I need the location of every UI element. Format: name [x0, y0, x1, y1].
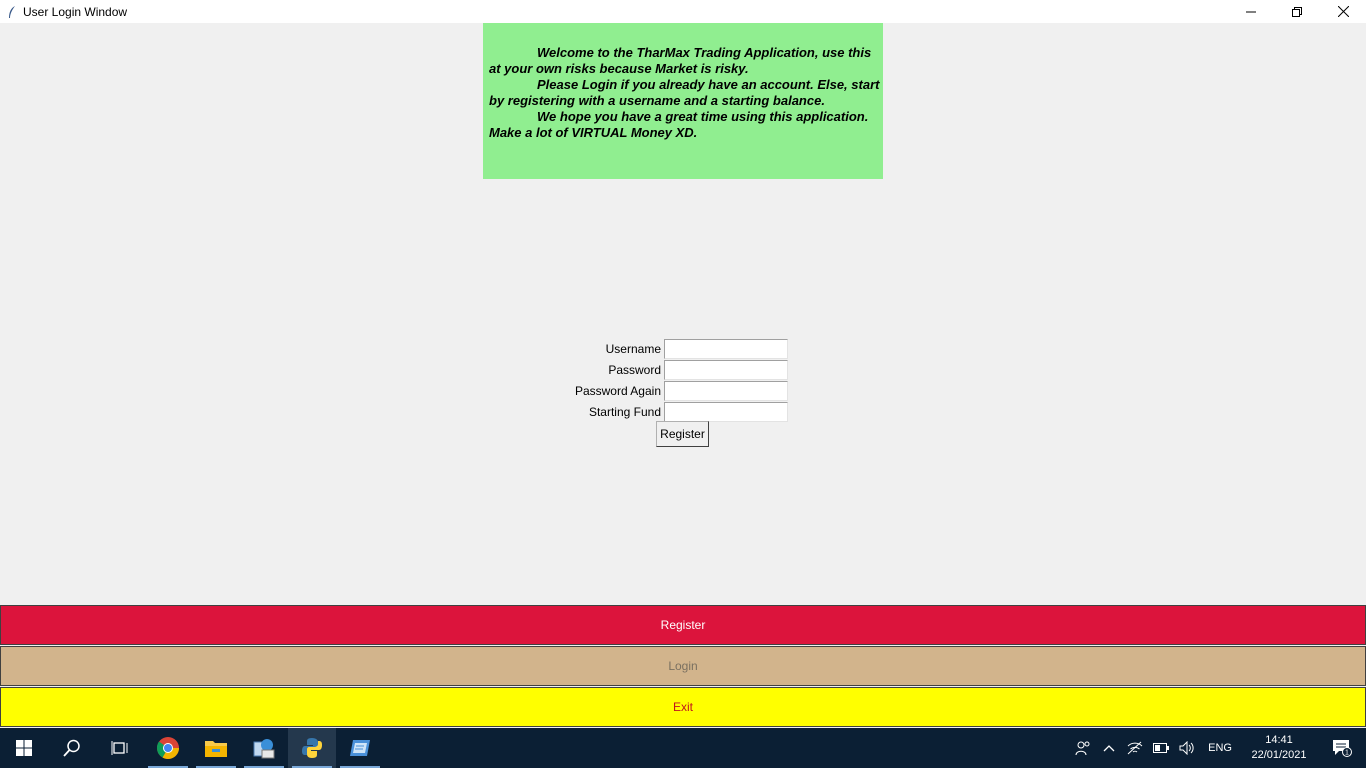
- welcome-line: Make a lot of VIRTUAL Money XD.: [489, 125, 698, 140]
- starting-fund-row: Starting Fund: [560, 401, 800, 422]
- password-input[interactable]: [664, 359, 788, 380]
- restore-icon: [1292, 6, 1302, 17]
- show-hidden-icons-button[interactable]: [1096, 728, 1122, 768]
- search-button[interactable]: [48, 728, 96, 768]
- password-again-label: Password Again: [574, 383, 661, 398]
- windows-start-icon: [16, 740, 32, 756]
- window-client-area: Welcome to the TharMax Trading Applicati…: [0, 23, 1366, 728]
- feather-icon: [5, 5, 19, 19]
- password-label: Password: [608, 362, 661, 377]
- welcome-line: at your own risks because Market is risk…: [489, 61, 749, 76]
- chrome-icon: [156, 737, 179, 759]
- python-icon: [302, 738, 322, 758]
- welcome-line: Please Login if you already have an acco…: [537, 77, 880, 92]
- welcome-line: Welcome to the TharMax Trading Applicati…: [537, 45, 872, 60]
- exit-button[interactable]: Exit: [0, 687, 1366, 727]
- window-controls: [1228, 0, 1366, 23]
- minimize-button[interactable]: [1228, 0, 1274, 23]
- wifi-icon: [1127, 741, 1143, 755]
- battery-icon: [1153, 743, 1170, 753]
- register-form: Username Password Password Again Startin…: [560, 338, 800, 422]
- starting-fund-input[interactable]: [664, 401, 788, 422]
- start-button[interactable]: [0, 728, 48, 768]
- clock-date: 22/01/2021: [1251, 749, 1307, 761]
- login-mode-button[interactable]: Login: [0, 646, 1366, 686]
- notification-icon: 1: [1333, 740, 1352, 757]
- notification-count: 1: [1345, 750, 1349, 757]
- password-row: Password: [560, 359, 800, 380]
- windows-taskbar: ENG 14:41 22/01/2021 1: [0, 728, 1366, 768]
- close-button[interactable]: [1320, 0, 1366, 23]
- taskbar-clock[interactable]: 14:41 22/01/2021: [1240, 733, 1318, 763]
- clock-time: 14:41: [1265, 734, 1293, 746]
- welcome-line: We hope you have a great time using this…: [537, 109, 869, 124]
- welcome-line: by registering with a username and a sta…: [489, 93, 825, 108]
- python-taskbar-item[interactable]: [288, 728, 336, 768]
- username-row: Username: [560, 338, 800, 359]
- battery-button[interactable]: [1148, 728, 1174, 768]
- username-label: Username: [605, 341, 661, 356]
- search-icon: [63, 739, 80, 757]
- people-icon: [1075, 741, 1090, 756]
- task-view-icon: [111, 741, 128, 755]
- restore-button[interactable]: [1274, 0, 1320, 23]
- starting-fund-label: Starting Fund: [588, 404, 661, 419]
- welcome-message-panel: Welcome to the TharMax Trading Applicati…: [483, 23, 883, 179]
- window-title: User Login Window: [23, 4, 128, 19]
- minimize-icon: [1246, 11, 1256, 12]
- network-status-button[interactable]: [1122, 728, 1148, 768]
- network-app-taskbar-item[interactable]: [240, 728, 288, 768]
- register-mode-button[interactable]: Register: [0, 605, 1366, 645]
- form-register-button[interactable]: Register: [656, 421, 709, 447]
- remote-app-icon: [350, 740, 370, 756]
- task-view-button[interactable]: [96, 728, 144, 768]
- speaker-icon: [1179, 741, 1194, 755]
- username-input[interactable]: [664, 338, 788, 359]
- close-icon: [1337, 6, 1349, 17]
- file-explorer-taskbar-item[interactable]: [192, 728, 240, 768]
- password-again-input[interactable]: [664, 380, 788, 401]
- password-again-row: Password Again: [560, 380, 800, 401]
- input-language-indicator[interactable]: ENG: [1200, 742, 1240, 754]
- network-app-icon: [253, 739, 275, 759]
- remote-app-taskbar-item[interactable]: [336, 728, 384, 768]
- chrome-taskbar-item[interactable]: [144, 728, 192, 768]
- system-tray: ENG 14:41 22/01/2021 1: [1070, 728, 1366, 768]
- people-button[interactable]: [1070, 728, 1096, 768]
- action-center-button[interactable]: 1: [1318, 728, 1366, 768]
- window-titlebar: User Login Window: [0, 0, 1366, 23]
- file-explorer-icon: [205, 741, 227, 757]
- volume-button[interactable]: [1174, 728, 1200, 768]
- chevron-up-icon: [1103, 745, 1115, 752]
